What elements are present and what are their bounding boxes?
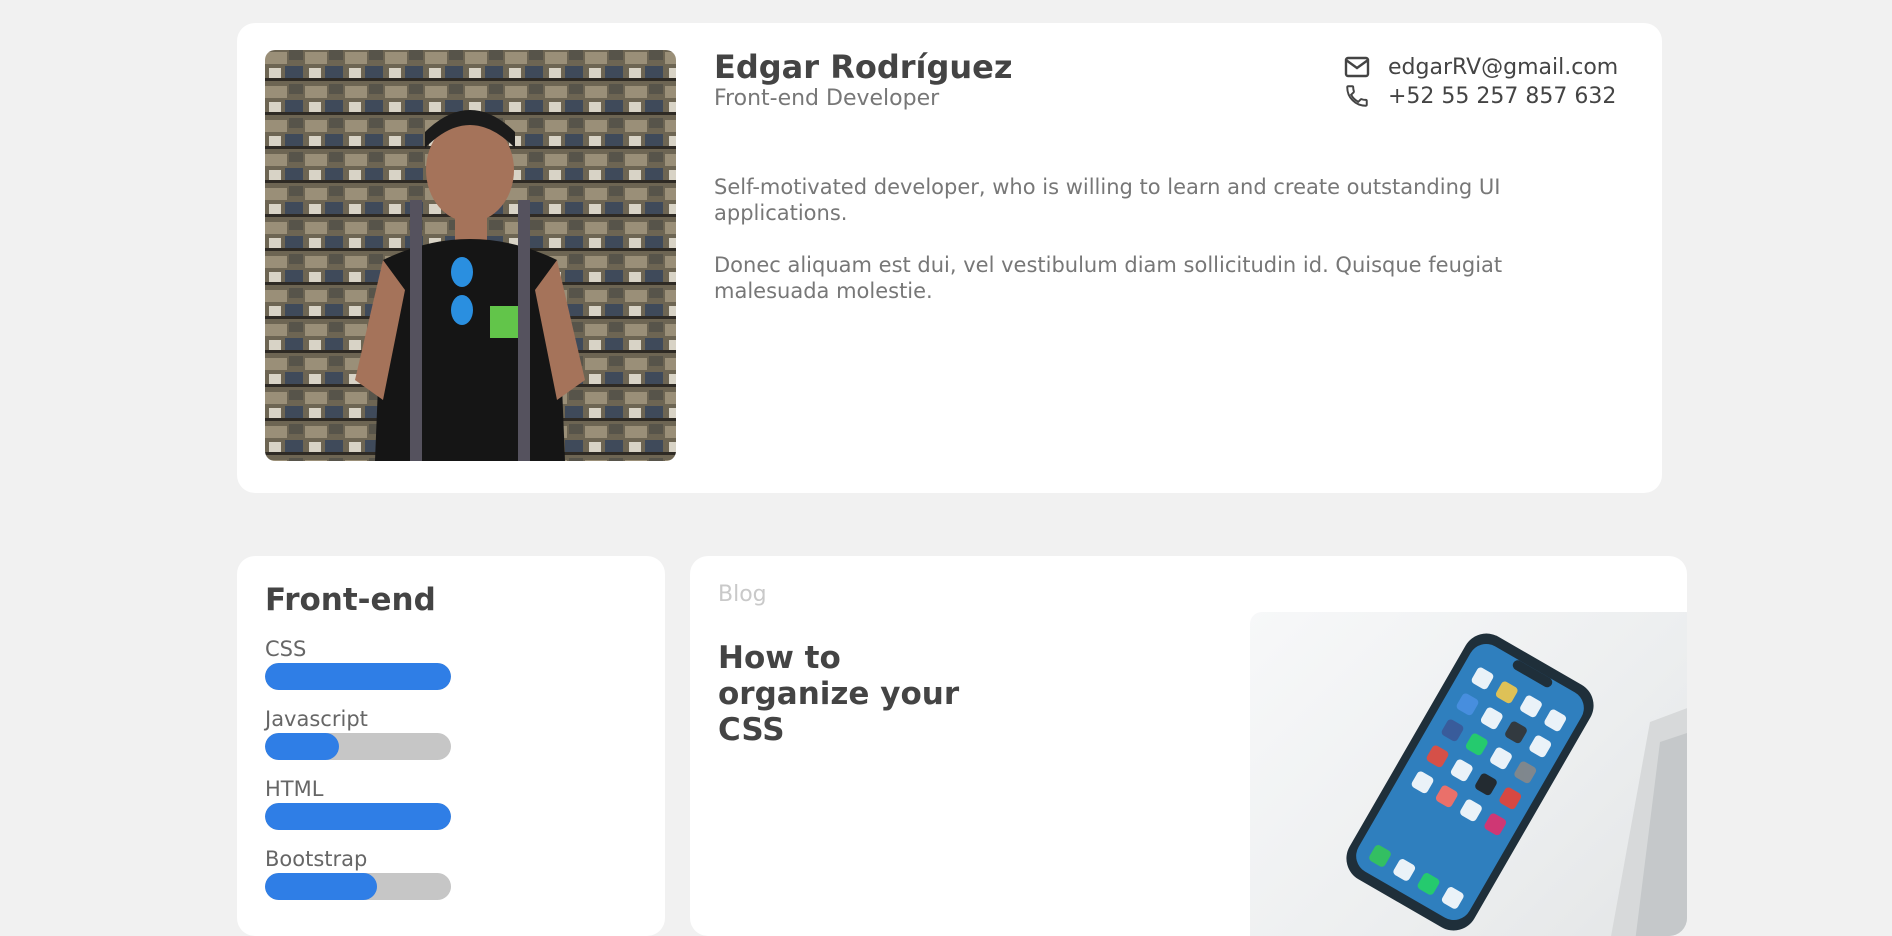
skill-progress-bar <box>265 733 451 760</box>
email-contact[interactable]: edgarRV@gmail.com <box>1342 52 1618 82</box>
skills-card: Front-end CSS Javascript HTML Bootstrap <box>237 556 665 936</box>
skill-label: CSS <box>265 637 307 661</box>
blog-post-title[interactable]: How to organize your CSS <box>718 640 978 748</box>
skill-html: HTML <box>265 777 451 830</box>
email-text[interactable]: edgarRV@gmail.com <box>1388 55 1618 80</box>
profile-bio: Self-motivated developer, who is willing… <box>714 174 1594 330</box>
skill-label: Bootstrap <box>265 847 368 871</box>
phone-icon <box>1342 81 1372 111</box>
skills-title: Front-end <box>265 582 436 618</box>
skill-css: CSS <box>265 637 451 690</box>
profile-role: Front-end Developer <box>714 86 940 111</box>
skill-label: HTML <box>265 777 324 801</box>
profile-name: Edgar Rodríguez <box>714 48 1013 86</box>
phone-text[interactable]: +52 55 257 857 632 <box>1388 84 1616 109</box>
profile-card: Edgar Rodríguez Front-end Developer edga… <box>237 23 1662 493</box>
skill-progress-bar <box>265 663 451 690</box>
skill-label: Javascript <box>265 707 368 731</box>
bio-paragraph: Self-motivated developer, who is willing… <box>714 175 1501 225</box>
blog-post-image[interactable] <box>1250 612 1687 936</box>
blog-card[interactable]: Blog How to organize your CSS <box>690 556 1687 936</box>
skill-progress-fill <box>265 873 377 900</box>
skill-bootstrap: Bootstrap <box>265 847 451 900</box>
skill-progress-bar <box>265 803 451 830</box>
skill-progress-fill <box>265 803 451 830</box>
bio-paragraph: Donec aliquam est dui, vel vestibulum di… <box>714 253 1503 303</box>
skill-progress-fill <box>265 733 340 760</box>
skill-progress-bar <box>265 873 451 900</box>
skill-javascript: Javascript <box>265 707 451 760</box>
phone-contact[interactable]: +52 55 257 857 632 <box>1342 81 1616 111</box>
profile-photo <box>265 50 676 461</box>
blog-section-label: Blog <box>718 582 767 607</box>
skill-progress-fill <box>265 663 451 690</box>
envelope-icon <box>1342 52 1372 82</box>
